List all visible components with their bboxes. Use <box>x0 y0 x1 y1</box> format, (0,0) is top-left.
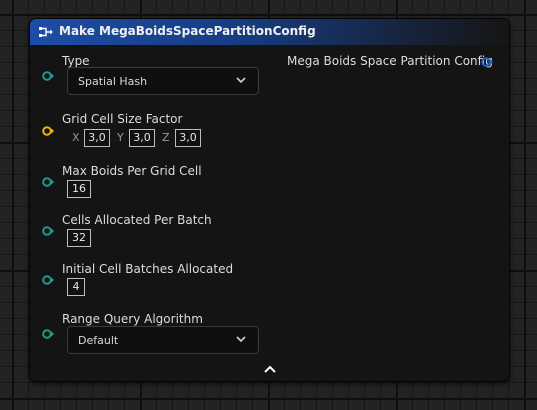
output-pin[interactable] <box>481 57 493 67</box>
x-axis-label: X <box>72 131 80 144</box>
range-query-algorithm-label: Range Query Algorithm <box>62 312 203 326</box>
max-boids-per-grid-cell-pin[interactable] <box>42 177 54 187</box>
chevron-up-icon[interactable] <box>263 364 277 374</box>
type-pin[interactable] <box>42 71 54 81</box>
grid-cell-size-factor-pin[interactable] <box>42 126 54 136</box>
range-query-algorithm-value: Default <box>78 334 119 347</box>
initial-cell-batches-allocated-pin[interactable] <box>42 275 54 285</box>
range-query-algorithm-dropdown[interactable]: Default <box>67 326 259 354</box>
range-query-algorithm-pin[interactable] <box>42 329 54 339</box>
make-struct-node[interactable]: Make MegaBoidsSpacePartitionConfig Mega … <box>29 18 510 382</box>
initial-cell-batches-allocated-field[interactable]: 4 <box>67 278 85 296</box>
chevron-down-icon <box>236 336 246 343</box>
type-dropdown[interactable]: Spatial Hash <box>67 67 259 95</box>
max-boids-per-grid-cell-label: Max Boids Per Grid Cell <box>62 164 202 178</box>
y-axis-label: Y <box>117 131 124 144</box>
chevron-down-icon <box>236 77 246 84</box>
max-boids-per-grid-cell-field[interactable]: 16 <box>67 180 91 198</box>
type-dropdown-value: Spatial Hash <box>78 75 148 88</box>
node-header[interactable]: Make MegaBoidsSpacePartitionConfig <box>30 19 509 45</box>
initial-cell-batches-allocated-label: Initial Cell Batches Allocated <box>62 262 234 276</box>
node-title: Make MegaBoidsSpacePartitionConfig <box>59 24 316 38</box>
x-value-field[interactable]: 3,0 <box>84 129 110 147</box>
cells-allocated-per-batch-field[interactable]: 32 <box>67 229 91 247</box>
cells-allocated-per-batch-pin[interactable] <box>42 226 54 236</box>
grid-cell-size-factor-label: Grid Cell Size Factor <box>62 112 183 126</box>
z-value-field[interactable]: 3,0 <box>175 129 201 147</box>
type-label: Type <box>62 54 90 68</box>
output-pin-label: Mega Boids Space Partition Config <box>287 54 493 68</box>
z-axis-label: Z <box>162 131 170 144</box>
y-value-field[interactable]: 3,0 <box>129 129 155 147</box>
make-struct-icon <box>39 27 53 37</box>
cells-allocated-per-batch-label: Cells Allocated Per Batch <box>62 213 212 227</box>
